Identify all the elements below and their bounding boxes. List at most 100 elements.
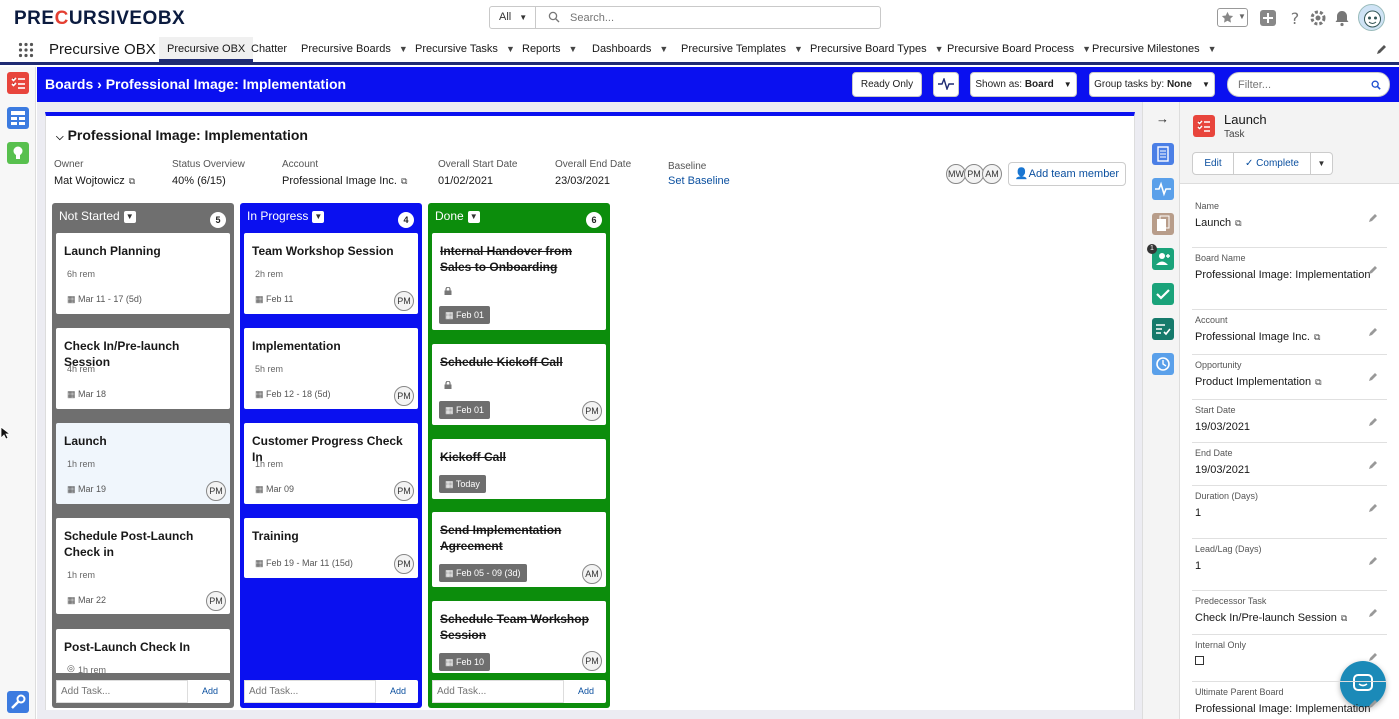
setup-button[interactable] [7,691,29,713]
filter-input[interactable] [1238,76,1368,93]
assignee-avatar[interactable]: PM [394,554,414,574]
assignee-avatar[interactable]: PM [394,291,414,311]
task-card[interactable]: Post-Launch Check In 1h rem ◎ [56,629,230,673]
ideas-button[interactable] [7,142,29,164]
task-card[interactable]: Check In/Pre-launch Session 4h rem ▦ Mar… [56,328,230,409]
chevron-down-icon[interactable]: ▼ [1082,37,1091,62]
breadcrumb-boards-link[interactable]: Boards [45,76,93,92]
task-card[interactable]: Schedule Kickoff Call ▦ Feb 01 PM [432,344,606,425]
task-card[interactable]: Team Workshop Session 2h rem ▦ Feb 11 PM [244,233,418,314]
tasks-list-button[interactable] [7,72,29,94]
assignee-avatar[interactable]: PM [206,591,226,611]
edit-pencil-icon[interactable] [1368,699,1378,709]
board-title[interactable]: ⌵ Professional Image: Implementation [56,127,308,143]
task-card[interactable]: Training ▦ Feb 19 - Mar 11 (15d) PM [244,518,418,578]
assignee-avatar[interactable]: PM [394,386,414,406]
edit-pencil-icon[interactable] [1368,556,1378,566]
app-logo[interactable]: PRECURSIVEOBX [14,8,185,30]
app-launcher-icon[interactable] [18,42,34,58]
column-menu-chevron-icon[interactable]: ▼ [467,210,480,223]
edit-pencil-icon[interactable] [1368,460,1378,470]
user-avatar[interactable] [1358,4,1385,31]
task-card[interactable]: Send Implementation Agreement ▦ Feb 05 -… [432,512,606,587]
activity-tab[interactable] [1152,178,1174,200]
approvals-tab[interactable] [1152,318,1174,340]
tab-chatter[interactable]: Chatter [251,37,287,62]
add-team-member-button[interactable]: 👤Add team member [1008,162,1126,186]
external-link-icon[interactable]: ⧉ [129,176,135,187]
external-link-icon[interactable]: ⧉ [1314,330,1320,345]
tab-precursive-milestones[interactable]: Precursive Milestones ▼ [1092,37,1217,62]
board-view-button[interactable] [7,107,29,129]
column-menu-chevron-icon[interactable]: ▼ [123,210,136,223]
ready-only-button[interactable]: Ready Only [852,72,922,97]
tab-precursive-obx[interactable]: Precursive OBX [159,37,254,62]
details-tab[interactable] [1152,143,1174,165]
complete-button[interactable]: ✓ Complete [1234,152,1311,175]
field-value[interactable]: Professional Image Inc. ⧉ [1195,330,1375,345]
gear-icon[interactable] [1309,9,1327,27]
favorites-button[interactable]: ▼ [1217,8,1248,27]
field-value[interactable]: Launch ⧉ [1195,216,1375,231]
external-link-icon[interactable]: ⧉ [1315,375,1321,390]
task-card[interactable]: Launch Planning 6h rem ▦ Mar 11 - 17 (5d… [56,233,230,314]
account-value[interactable]: Professional Image Inc. ⧉ [282,175,407,187]
search-scope-select[interactable]: All ▼ [490,7,536,28]
chevron-down-icon[interactable]: ▼ [506,37,515,62]
assignee-avatar[interactable]: PM [206,481,226,501]
edit-pencil-icon[interactable] [1368,372,1378,382]
shown-as-dropdown[interactable]: Shown as: Board ▼ [970,72,1077,97]
task-card[interactable]: Schedule Team Workshop Session ▦ Feb 10 … [432,601,606,673]
field-value[interactable]: Product Implementation ⧉ [1195,375,1375,390]
chevron-down-icon[interactable]: ▼ [399,37,408,62]
team-avatar[interactable]: MW [946,164,966,184]
external-link-icon[interactable]: ⧉ [1341,611,1347,626]
add-task-button[interactable]: Add [566,680,606,703]
more-actions-chevron-icon[interactable]: ▼ [1311,152,1333,175]
chevron-down-icon[interactable]: ▼ [569,37,578,62]
edit-button[interactable]: Edit [1192,152,1234,175]
edit-pencil-icon[interactable] [1368,652,1378,662]
assignee-avatar[interactable]: PM [582,651,602,671]
history-tab[interactable] [1152,353,1174,375]
add-icon[interactable] [1259,9,1277,27]
add-task-input[interactable] [432,680,564,703]
field-value[interactable]: Check In/Pre-launch Session ⧉ [1195,611,1375,626]
owner-value[interactable]: Mat Wojtowicz ⧉ [54,175,135,187]
task-card[interactable]: Schedule Post-Launch Check in 1h rem ▦ M… [56,518,230,614]
chevron-down-icon[interactable]: ⌵ [56,132,64,143]
task-card-selected[interactable]: Launch 1h rem ▦ Mar 19 PM [56,423,230,504]
tab-precursive-boards[interactable]: Precursive Boards ▼ [301,37,408,62]
task-card[interactable]: Internal Handover from Sales to Onboardi… [432,233,606,330]
chat-launcher-button[interactable] [1340,661,1386,707]
activity-pulse-button[interactable] [933,72,959,97]
set-baseline-link[interactable]: Set Baseline [668,175,730,187]
assignee-avatar[interactable]: PM [394,481,414,501]
notifications-bell-icon[interactable] [1333,9,1351,27]
tab-precursive-templates[interactable]: Precursive Templates ▼ [681,37,803,62]
edit-nav-pencil-icon[interactable] [1376,44,1387,55]
tab-reports[interactable]: Reports ▼ [522,37,577,62]
internal-only-checkbox[interactable] [1195,656,1204,665]
external-link-icon[interactable]: ⧉ [401,176,407,187]
task-card[interactable]: Customer Progress Check In 1h rem ▦ Mar … [244,423,418,504]
tab-precursive-board-process[interactable]: Precursive Board Process ▼ [947,37,1091,62]
search-input[interactable] [570,8,870,27]
chevron-down-icon[interactable]: ▼ [659,37,668,62]
team-avatar[interactable]: PM [964,164,984,184]
team-avatar[interactable]: AM [982,164,1002,184]
group-tasks-by-dropdown[interactable]: Group tasks by: None ▼ [1089,72,1215,97]
add-task-button[interactable]: Add [378,680,418,703]
tab-precursive-board-types[interactable]: Precursive Board Types ▼ [810,37,944,62]
add-task-button[interactable]: Add [190,680,230,703]
edit-pencil-icon[interactable] [1368,327,1378,337]
add-task-input[interactable] [244,680,376,703]
edit-pencil-icon[interactable] [1368,503,1378,513]
add-task-input[interactable] [56,680,188,703]
chevron-down-icon[interactable]: ▼ [935,37,944,62]
chevron-down-icon[interactable]: ▼ [1208,37,1217,62]
checklist-tab[interactable] [1152,283,1174,305]
task-card[interactable]: Kickoff Call ▦ Today [432,439,606,499]
edit-pencil-icon[interactable] [1368,608,1378,618]
column-menu-chevron-icon[interactable]: ▼ [312,210,325,223]
